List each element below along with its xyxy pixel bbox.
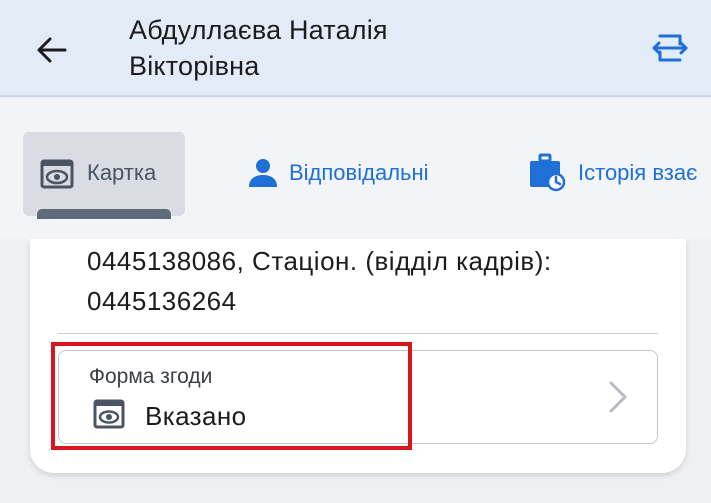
transfer-button[interactable] (646, 28, 694, 68)
consent-form-value: Вказано (145, 401, 247, 431)
tab-responsible[interactable]: Відповідальні (247, 155, 429, 191)
consent-form-label: Форма згоди (89, 365, 213, 388)
arrow-left-icon (37, 37, 67, 63)
eye-icon (93, 399, 125, 434)
tab-history[interactable]: Історія взає (528, 153, 697, 193)
details-card: 0445138086, Стаціон. (відділ кадрів): 04… (30, 239, 686, 473)
phone-line-1: 0445138086, Стаціон. (відділ кадрів): (87, 246, 552, 276)
title-line-2: Вікторівна (129, 51, 260, 81)
tab-card-label: Картка (87, 160, 157, 185)
phone-line-2: 0445136264 (87, 286, 237, 316)
consent-form-field[interactable]: Форма згоди Вказано (58, 350, 658, 444)
person-icon (249, 159, 277, 187)
tab-selected-indicator (37, 209, 171, 219)
divider (58, 333, 658, 334)
tab-history-label: Історія взає (578, 160, 698, 185)
tab-card[interactable]: Картка (23, 132, 185, 219)
page-title: Абдуллаєва Наталія Вікторівна (129, 12, 388, 84)
tab-bar: Картка Відповідальні Історія взає (0, 99, 711, 239)
phone-numbers: 0445138086, Стаціон. (відділ кадрів): 04… (87, 241, 552, 321)
briefcase-clock-icon (530, 153, 566, 192)
chevron-right-icon (607, 379, 629, 420)
tab-responsible-label: Відповідальні (289, 160, 429, 185)
transfer-icon (652, 34, 688, 62)
eye-icon (40, 159, 74, 194)
back-button[interactable] (30, 28, 74, 72)
app-header: Абдуллаєва Наталія Вікторівна (0, 0, 711, 97)
title-line-1: Абдуллаєва Наталія (129, 15, 388, 45)
